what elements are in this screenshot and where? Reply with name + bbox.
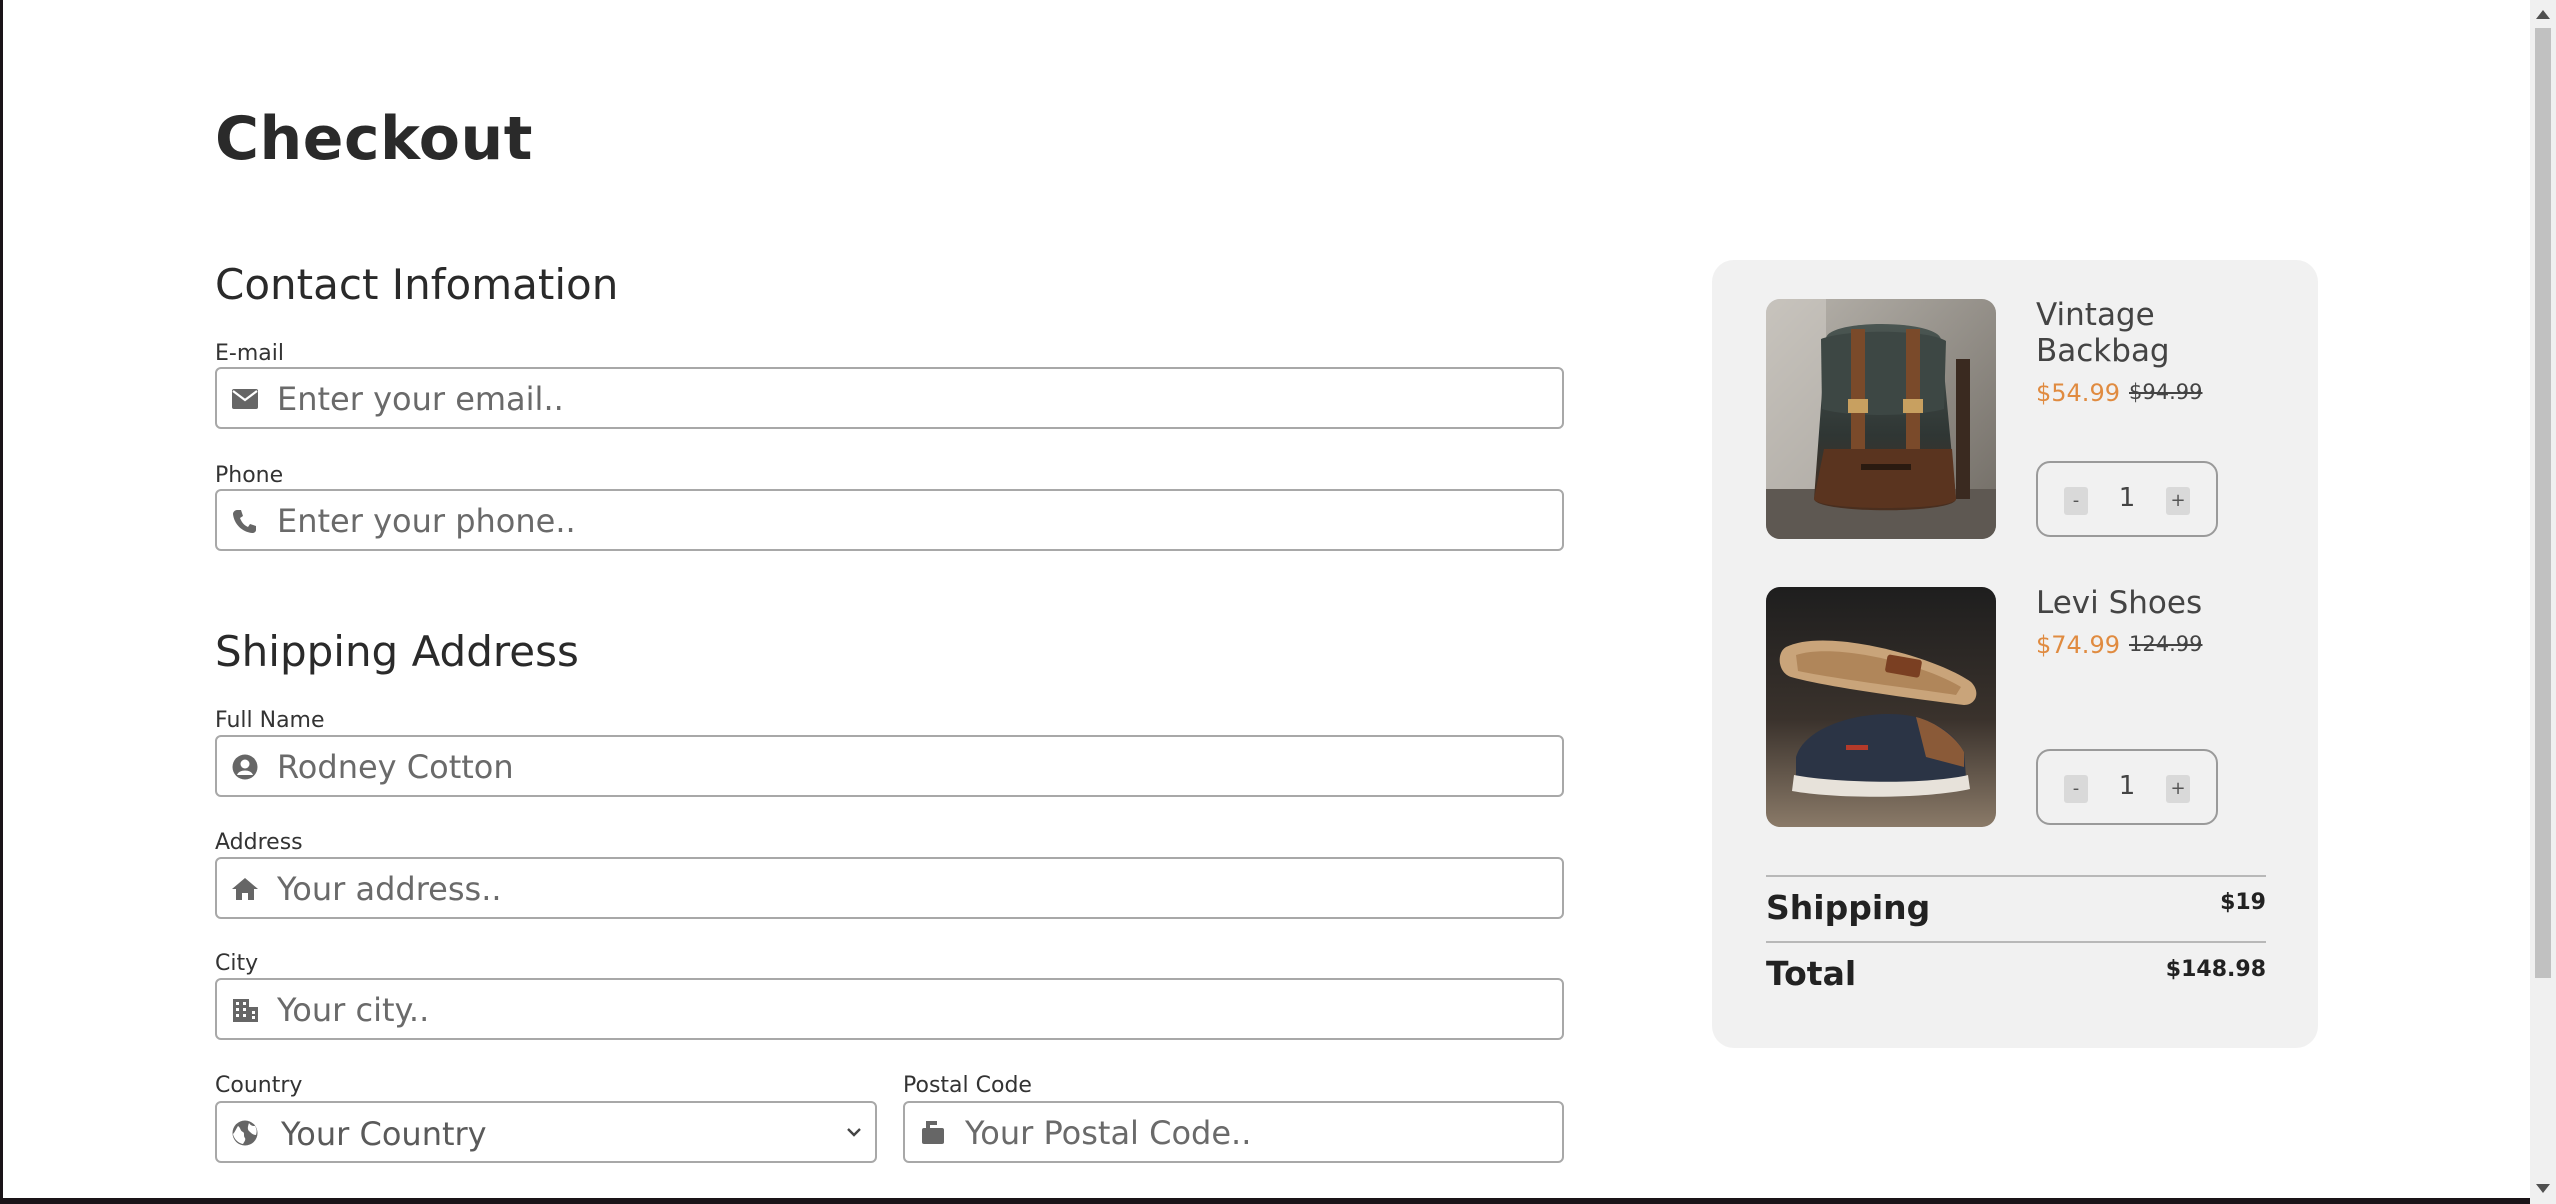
address-label: Address xyxy=(215,830,303,855)
total-value: $148.98 xyxy=(2165,957,2266,982)
city-label: City xyxy=(215,951,259,976)
shoe-image xyxy=(1766,587,1996,827)
shipping-label: Shipping xyxy=(1766,888,1931,927)
shipping-value: $19 xyxy=(2220,890,2266,915)
city-field xyxy=(215,978,1564,1040)
mailbox-icon xyxy=(922,1121,944,1144)
envelope-icon xyxy=(232,389,258,409)
product-name: Vintage Backbag xyxy=(2036,297,2170,369)
summary-divider xyxy=(1766,941,2266,943)
email-field xyxy=(215,367,1564,429)
vertical-scrollbar[interactable] xyxy=(2530,0,2556,1204)
increment-button[interactable]: + xyxy=(2166,775,2190,803)
decrement-button[interactable]: - xyxy=(2064,775,2088,803)
backpack-image xyxy=(1766,299,1996,539)
page-title: Checkout xyxy=(215,104,533,174)
scroll-down-arrow-icon[interactable] xyxy=(2536,1184,2550,1193)
summary-divider xyxy=(1766,875,2266,877)
product-name: Levi Shoes xyxy=(2036,585,2203,621)
city-input[interactable] xyxy=(275,986,1554,1034)
postal-code-input[interactable] xyxy=(963,1109,1554,1157)
scroll-up-arrow-icon[interactable] xyxy=(2536,10,2550,19)
quantity-value: 1 xyxy=(2118,483,2136,513)
email-label: E-mail xyxy=(215,341,284,366)
decrement-button[interactable]: - xyxy=(2064,487,2088,515)
country-select-value: Your Country xyxy=(281,1115,487,1153)
phone-input[interactable] xyxy=(275,497,1554,545)
shipping-heading: Shipping Address xyxy=(215,627,579,676)
window-frame-left xyxy=(0,0,3,1204)
scrollbar-thumb[interactable] xyxy=(2535,28,2551,978)
address-input[interactable] xyxy=(275,865,1554,913)
quantity-stepper: - 1 + xyxy=(2036,461,2218,537)
increment-button[interactable]: + xyxy=(2166,487,2190,515)
postal-code-label: Postal Code xyxy=(903,1073,1032,1098)
building-icon xyxy=(233,999,258,1022)
phone-label: Phone xyxy=(215,463,284,488)
full-name-label: Full Name xyxy=(215,708,325,733)
country-label: Country xyxy=(215,1073,303,1098)
contact-heading: Contact Infomation xyxy=(215,260,619,309)
user-circle-icon xyxy=(232,754,258,780)
product-old-price: $94.99 xyxy=(2129,380,2203,404)
home-icon xyxy=(232,878,258,900)
phone-field xyxy=(215,489,1564,551)
postal-code-field xyxy=(903,1101,1564,1163)
full-name-input[interactable] xyxy=(275,743,1554,791)
quantity-stepper: - 1 + xyxy=(2036,749,2218,825)
product-price: $74.99 xyxy=(2036,631,2120,659)
quantity-value: 1 xyxy=(2118,771,2136,801)
chevron-down-icon xyxy=(847,1128,861,1137)
phone-icon xyxy=(233,510,256,533)
window-frame-bottom xyxy=(0,1198,2530,1204)
full-name-field xyxy=(215,735,1564,797)
product-old-price: 124.99 xyxy=(2129,632,2203,656)
order-summary: Vintage Backbag $54.99 $94.99 - 1 + Levi… xyxy=(1712,260,2318,1048)
total-label: Total xyxy=(1766,954,1857,993)
globe-icon xyxy=(232,1120,258,1146)
email-input[interactable] xyxy=(275,375,1554,423)
country-select[interactable]: Your Country xyxy=(215,1101,877,1163)
address-field xyxy=(215,857,1564,919)
product-price: $54.99 xyxy=(2036,379,2120,407)
